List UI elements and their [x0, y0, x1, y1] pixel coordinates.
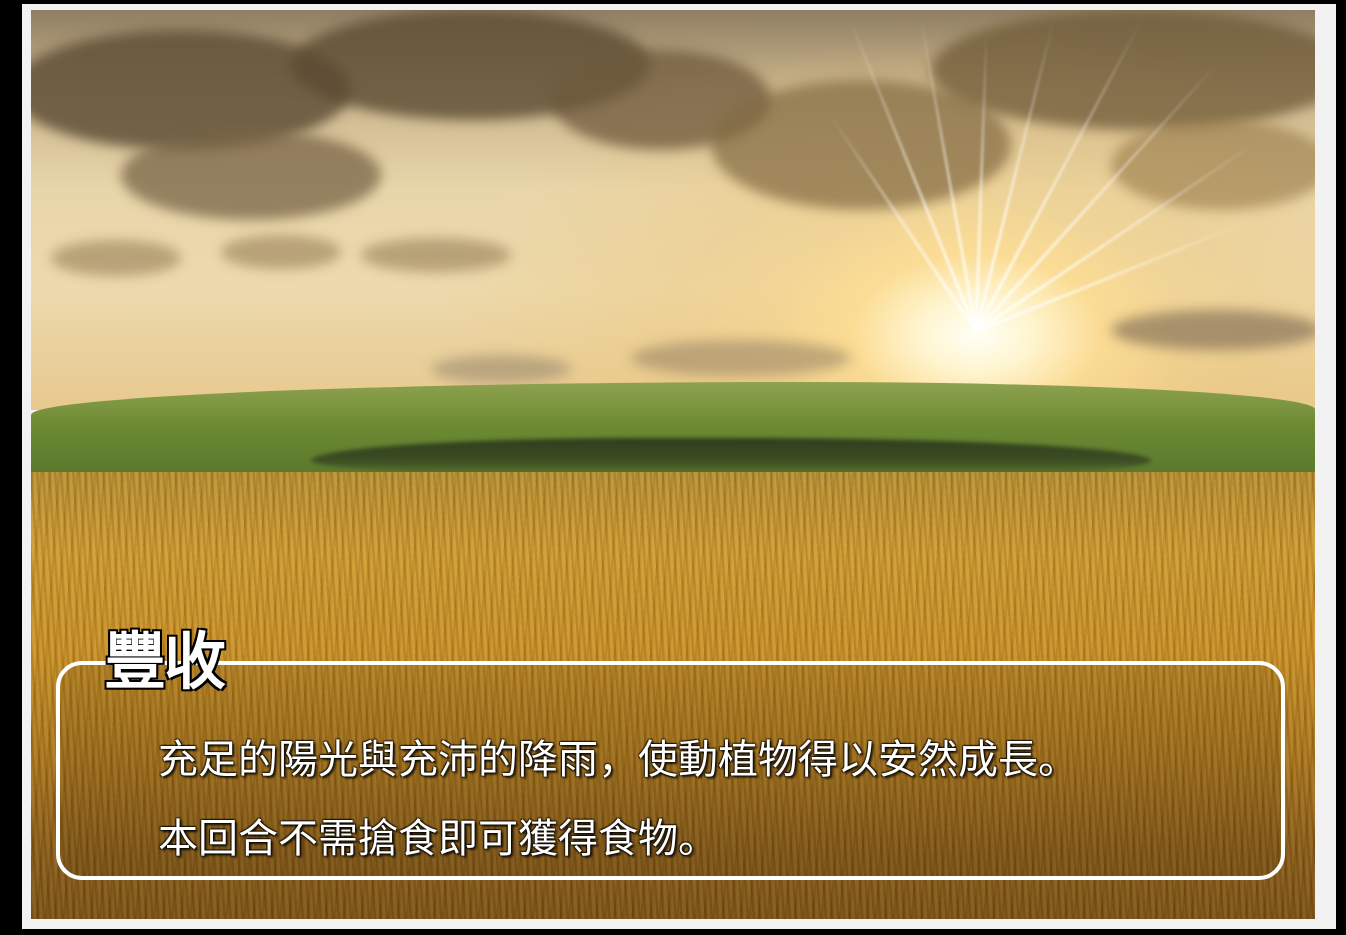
card-frame: 豐收 充足的陽光與充沛的降雨，使動植物得以安然成長。 本回合不需搶食即可獲得食物…	[0, 0, 1346, 935]
description-line: 充足的陽光與充沛的降雨，使動植物得以安然成長。	[158, 737, 1078, 783]
cloud	[121, 130, 381, 220]
cloud	[1111, 310, 1315, 350]
effect-line: 本回合不需搶食即可獲得食物。	[158, 816, 718, 862]
card-title: 豐收	[103, 624, 227, 699]
cloud	[221, 235, 341, 269]
treeline	[311, 438, 1151, 476]
cloud	[631, 340, 851, 376]
cloud	[1111, 120, 1315, 210]
cloud	[431, 355, 571, 383]
cloud	[361, 238, 511, 272]
cloud	[51, 240, 181, 276]
